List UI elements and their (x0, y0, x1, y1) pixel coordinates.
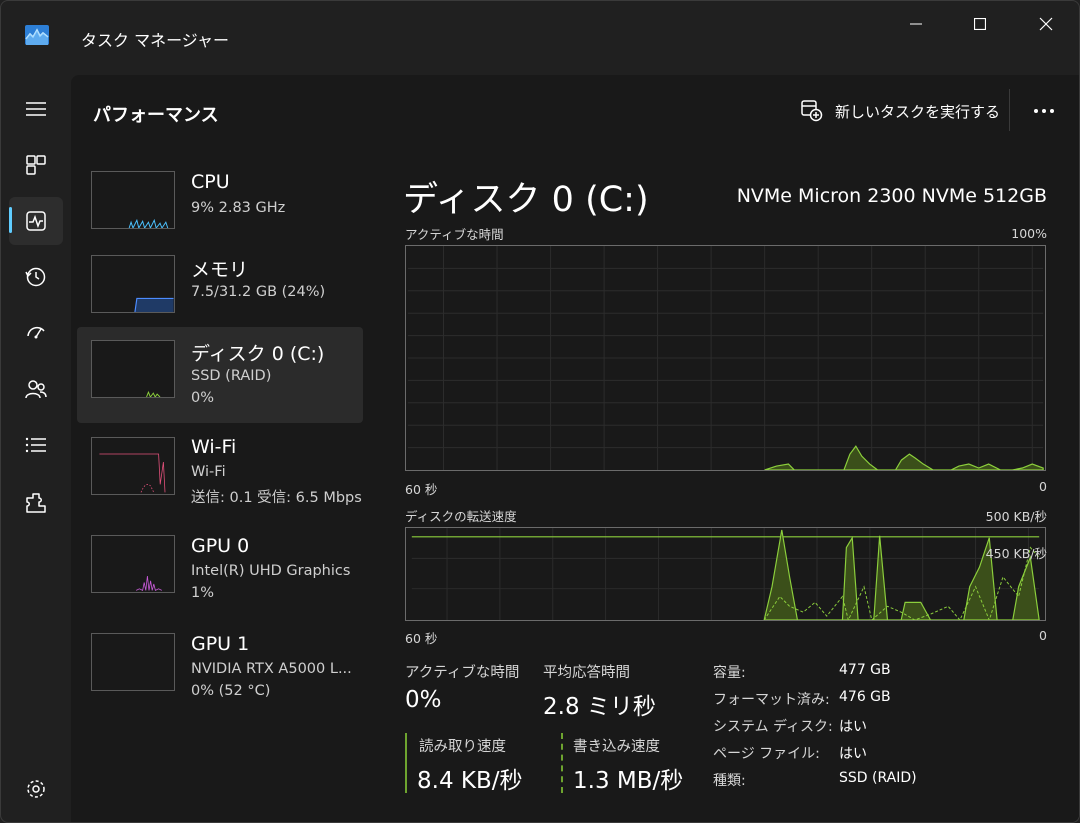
users-icon (25, 380, 47, 399)
performance-icon (26, 211, 46, 231)
resource-disk-0[interactable]: ディスク 0 (C:) SSD (RAID) 0% (77, 327, 363, 423)
window-title: タスク マネージャー (81, 31, 229, 50)
resource-name: Wi-Fi (191, 436, 237, 458)
disk-thumbnail-graph (91, 340, 175, 398)
write-rate-label: 書き込み速度 (573, 739, 660, 755)
gpu1-thumbnail-graph (91, 633, 175, 691)
maximize-icon (974, 18, 986, 30)
title-bar: タスク マネージャー (1, 1, 1079, 75)
nav-details[interactable] (9, 421, 63, 469)
read-rate-value: 8.4 KB/秒 (417, 768, 523, 794)
active-nav-indicator (9, 207, 12, 233)
memory-thumbnail-graph (91, 255, 175, 313)
info-value-formatted: 476 GB (839, 689, 891, 705)
resource-name: メモリ (191, 259, 249, 281)
header-divider (1009, 89, 1010, 131)
nav-users[interactable] (9, 365, 63, 413)
run-new-task-button[interactable]: 新しいタスクを実行する (801, 97, 1000, 125)
resource-cpu[interactable]: CPU 9% 2.83 GHz (77, 155, 363, 251)
info-value-type: SSD (RAID) (839, 770, 917, 786)
resource-gpu-1[interactable]: GPU 1 NVIDIA RTX A5000 L... 0% (52 °C) (77, 621, 363, 717)
active-time-chart-max: 100% (1011, 226, 1047, 241)
resource-name: ディスク 0 (C:) (191, 343, 325, 365)
new-task-icon (801, 100, 823, 122)
resource-name: GPU 0 (191, 535, 250, 557)
nav-startup-apps[interactable] (9, 309, 63, 357)
services-icon (26, 493, 46, 513)
task-manager-window: タスク マネージャー パフォーマンス 新しいタスクを実行する CPU 9% 2.… (0, 0, 1080, 823)
active-time-chart-label: アクティブな時間 (405, 227, 504, 242)
transfer-x-right: 0 (1039, 628, 1047, 643)
info-key-type: 種類: (713, 773, 746, 789)
resource-gpu-0[interactable]: GPU 0 Intel(R) UHD Graphics 1% (77, 523, 363, 619)
page-title: パフォーマンス (93, 105, 219, 126)
detail-title: ディスク 0 (C:) (403, 180, 649, 220)
info-value-capacity: 477 GB (839, 662, 891, 678)
resource-detail: Intel(R) UHD Graphics (191, 563, 351, 579)
wifi-thumbnail-graph (91, 437, 175, 495)
resource-memory[interactable]: メモリ 7.5/31.2 GB (24%) (77, 241, 363, 337)
hamburger-menu-icon (26, 102, 46, 116)
resource-detail: Wi-Fi (191, 464, 226, 480)
nav-services[interactable] (9, 479, 63, 527)
maximize-button[interactable] (957, 9, 1003, 39)
nav-processes[interactable] (9, 141, 63, 189)
active-time-x-left: 60 秒 (405, 482, 438, 497)
resource-usage: 0% (52 °C) (191, 683, 271, 699)
transfer-chart-mid: 450 KB/秒 (985, 546, 1047, 561)
transfer-chart-max: 500 KB/秒 (985, 509, 1047, 524)
resource-detail: 7.5/31.2 GB (24%) (191, 284, 326, 300)
resource-usage: 0% (191, 390, 215, 406)
processes-icon (26, 155, 46, 175)
active-time-x-right: 0 (1039, 479, 1047, 494)
close-button[interactable] (1023, 9, 1069, 39)
transfer-chart-label: ディスクの転送速度 (405, 509, 517, 524)
gpu0-thumbnail-graph (91, 535, 175, 593)
nav-settings[interactable] (9, 765, 63, 813)
info-value-system-disk: はい (839, 719, 867, 735)
transfer-x-left: 60 秒 (405, 631, 438, 646)
more-options-icon (1034, 109, 1054, 113)
nav-performance[interactable] (9, 197, 63, 245)
resource-name: GPU 1 (191, 633, 250, 655)
info-key-system-disk: システム ディスク: (713, 719, 833, 735)
transfer-rate-chart (405, 527, 1046, 621)
active-time-chart (405, 245, 1046, 471)
resource-usage: 送信: 0.1 受信: 6.5 Mbps (191, 490, 362, 506)
active-time-label: アクティブな時間 (405, 665, 520, 681)
avg-response-value: 2.8 ミリ秒 (543, 694, 656, 720)
info-key-formatted: フォーマット済み: (713, 692, 830, 708)
resource-detail: NVIDIA RTX A5000 L... (191, 661, 352, 677)
resource-detail: SSD (RAID) (191, 368, 272, 384)
details-icon (25, 437, 46, 453)
nav-app-history[interactable] (9, 253, 63, 301)
cpu-thumbnail-graph (91, 171, 175, 229)
disk-model: NVMe Micron 2300 NVMe 512GB (736, 185, 1047, 207)
avg-response-label: 平均応答時間 (543, 665, 630, 681)
write-rate-bar (561, 733, 563, 793)
hamburger-menu-button[interactable] (9, 85, 63, 133)
app-history-icon (25, 267, 46, 287)
active-time-value: 0% (405, 687, 442, 713)
resource-name: CPU (191, 171, 230, 193)
active-time-area (764, 445, 1044, 470)
settings-icon (27, 780, 45, 798)
startup-apps-icon (27, 326, 45, 339)
task-manager-app-icon (25, 25, 49, 45)
resource-wifi[interactable]: Wi-Fi Wi-Fi 送信: 0.1 受信: 6.5 Mbps (77, 425, 363, 521)
resource-usage: 1% (191, 585, 215, 601)
info-value-page-file: はい (839, 746, 867, 762)
performance-panel: パフォーマンス 新しいタスクを実行する CPU 9% 2.83 GHz メモリ … (71, 75, 1079, 822)
more-options-button[interactable] (1029, 97, 1059, 125)
info-key-capacity: 容量: (713, 665, 746, 681)
read-rate-bar (405, 733, 407, 793)
info-key-page-file: ページ ファイル: (713, 746, 820, 762)
minimize-button[interactable] (893, 9, 939, 39)
read-rate-label: 読み取り速度 (419, 739, 506, 755)
resource-detail: 9% 2.83 GHz (191, 200, 286, 216)
minimize-icon (910, 23, 922, 25)
write-rate-value: 1.3 MB/秒 (573, 768, 684, 794)
run-new-task-label: 新しいタスクを実行する (835, 102, 1001, 121)
close-icon (1039, 17, 1053, 31)
